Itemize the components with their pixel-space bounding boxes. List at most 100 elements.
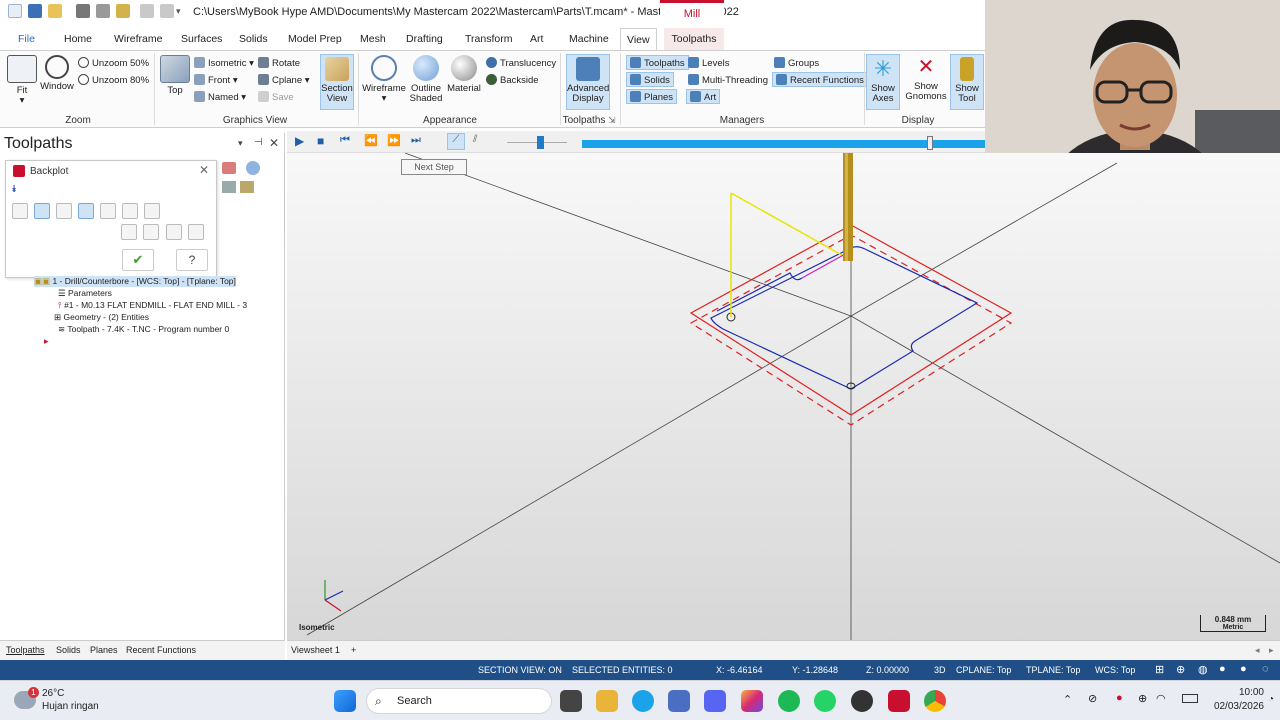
tab-art[interactable]: Art	[524, 28, 549, 50]
top-view-button[interactable]: Top	[160, 55, 190, 96]
show-hidden-icons[interactable]: ⌃	[1063, 693, 1072, 706]
groups-manager-button[interactable]: Groups	[774, 56, 819, 71]
tab-solids-manager[interactable]: Solids	[56, 645, 81, 655]
section-view-button[interactable]: Section View	[320, 54, 354, 110]
tab-viewsheet-1[interactable]: Viewsheet 1	[291, 645, 340, 655]
edge-icon[interactable]	[632, 690, 654, 712]
translucent-globe-icon[interactable]: ◌	[1262, 663, 1269, 675]
multi-trace-icon[interactable]	[143, 224, 159, 240]
show-gnomons-button[interactable]: ✕ Show Gnomons	[902, 55, 950, 102]
display-tool-icon[interactable]	[34, 203, 50, 219]
cplane-status[interactable]: CPLANE: Top	[956, 665, 1011, 675]
close-panel-icon[interactable]: ✕	[269, 136, 279, 150]
print-preview-icon[interactable]	[96, 4, 110, 18]
battery-icon[interactable]	[1182, 694, 1198, 703]
help-icon[interactable]	[246, 161, 260, 175]
trace-mode-icon[interactable]: ⟋	[447, 133, 465, 150]
backplot-progress-bar[interactable]	[582, 140, 985, 148]
play-icon[interactable]: ▶	[295, 134, 304, 148]
multi-threading-button[interactable]: Multi-Threading	[688, 73, 768, 88]
redo-icon[interactable]	[160, 4, 174, 18]
skip-back-icon[interactable]: ⏮	[340, 134, 350, 147]
levels-manager-button[interactable]: Levels	[688, 56, 729, 71]
network-off-icon[interactable]: ⊘	[1088, 692, 1097, 705]
tab-machine[interactable]: Machine	[563, 28, 615, 50]
tab-view[interactable]: View	[620, 28, 657, 50]
multi-trace-mode-icon[interactable]: ⫽	[473, 134, 477, 145]
print-icon[interactable]	[76, 4, 90, 18]
undo-icon[interactable]	[140, 4, 154, 18]
wireframe-globe-icon[interactable]: ⊕	[1176, 663, 1185, 676]
tab-surfaces[interactable]: Surfaces	[175, 28, 228, 50]
discord-icon[interactable]	[704, 690, 726, 712]
toolpath-tool-icon[interactable]	[222, 181, 236, 193]
backside-button[interactable]: Backside	[486, 73, 539, 88]
tplane-status[interactable]: TPLANE: Top	[1026, 665, 1080, 675]
scroll-right-icon[interactable]: ▸	[1269, 645, 1274, 656]
chatgpt-icon[interactable]	[851, 690, 873, 712]
display-entity-end-icon[interactable]	[100, 203, 116, 219]
tab-home[interactable]: Home	[58, 28, 98, 50]
customize-qat-icon[interactable]: ▾	[176, 4, 184, 18]
advanced-display-button[interactable]: Advanced Display	[566, 54, 610, 110]
named-button[interactable]: Named ▾	[194, 90, 246, 105]
shaded-globe-icon[interactable]: ◍	[1198, 663, 1208, 676]
tab-planes-manager[interactable]: Planes	[90, 645, 118, 655]
save-geometry-icon[interactable]	[188, 224, 204, 240]
collapse-icon[interactable]: ⯯	[11, 184, 17, 195]
skip-forward-icon[interactable]: ⏭	[411, 134, 421, 147]
show-tool-button[interactable]: Show Tool	[950, 54, 984, 110]
wifi-icon[interactable]: ◠	[1156, 692, 1166, 705]
graphics-viewport[interactable]: Next Step Isometric 0.848 mm Metric	[287, 152, 1280, 640]
material-button[interactable]: Material	[446, 55, 482, 94]
instagram-icon[interactable]	[741, 690, 763, 712]
solids-manager-button[interactable]: Solids	[626, 72, 674, 87]
material-globe-icon[interactable]: ●	[1240, 663, 1247, 675]
toolpaths-manager-button[interactable]: Toolpaths	[626, 55, 689, 70]
cplane-button[interactable]: Cplane ▾	[258, 73, 310, 88]
microphone-icon[interactable]: ●	[1116, 692, 1123, 704]
open-icon[interactable]	[48, 4, 62, 18]
taskbar-search[interactable]: ⌕ Search	[366, 688, 552, 714]
task-view-icon[interactable]	[560, 690, 582, 712]
notifications-icon[interactable]: ◔	[1268, 694, 1274, 705]
stop-icon[interactable]: ■	[317, 134, 324, 148]
new-icon[interactable]	[8, 4, 22, 18]
tab-transform[interactable]: Transform	[459, 28, 518, 50]
unzoom-80-button[interactable]: Unzoom 80%	[78, 73, 149, 88]
sphere-icon[interactable]: ●	[1219, 663, 1226, 675]
tab-wireframe[interactable]: Wireframe	[108, 28, 168, 50]
tab-mesh[interactable]: Mesh	[354, 28, 392, 50]
file-explorer-icon[interactable]	[596, 690, 618, 712]
unzoom-50-button[interactable]: Unzoom 50%	[78, 56, 149, 71]
tree-toolpath-item[interactable]: ≋ Toolpath - 7.4K - T.NC - Program numbe…	[58, 324, 229, 335]
progress-handle[interactable]	[927, 136, 933, 150]
folder-icon[interactable]	[116, 4, 130, 18]
weather-temp[interactable]: 26°C	[42, 688, 64, 699]
tree-operation-item[interactable]: ▣▣ 1 - Drill/Counterbore - [WCS: Top] - …	[34, 276, 236, 287]
dialog-launcher-icon[interactable]: ⇲	[608, 115, 616, 126]
tab-recent-functions[interactable]: Recent Functions	[126, 645, 196, 655]
language-icon[interactable]: ⊕	[1138, 692, 1147, 705]
clock-time[interactable]: 10:00	[1212, 687, 1264, 698]
section-view-status[interactable]: SECTION VIEW: ON	[478, 665, 562, 675]
rotate-button[interactable]: Rotate	[258, 56, 300, 71]
mode-3d-toggle[interactable]: 3D	[934, 665, 946, 675]
panel-menu-icon[interactable]: ▾	[238, 138, 243, 149]
fit-button[interactable]: Fit ▾	[6, 55, 38, 106]
ok-checkmark-button[interactable]: ✔	[122, 249, 154, 271]
front-button[interactable]: Front ▾	[194, 73, 238, 88]
translucency-button[interactable]: Translucency	[486, 56, 556, 71]
add-viewsheet-button[interactable]: +	[351, 645, 356, 655]
chrome-icon[interactable]	[924, 690, 946, 712]
art-manager-button[interactable]: Art	[686, 89, 721, 104]
tree-geometry-item[interactable]: ⊞ Geometry - (2) Entities	[54, 312, 149, 323]
tab-toolpaths-manager[interactable]: Toolpaths	[6, 645, 45, 655]
toolpath-link-icon[interactable]	[240, 181, 254, 193]
planes-manager-button[interactable]: Planes	[626, 89, 678, 104]
step-back-icon[interactable]: ⏪	[364, 134, 378, 147]
mastercam-taskbar-icon[interactable]	[888, 690, 910, 712]
tab-file[interactable]: File	[12, 28, 41, 50]
view-cube-icon[interactable]: ⊞	[1155, 663, 1164, 676]
tab-solids[interactable]: Solids	[233, 28, 274, 50]
